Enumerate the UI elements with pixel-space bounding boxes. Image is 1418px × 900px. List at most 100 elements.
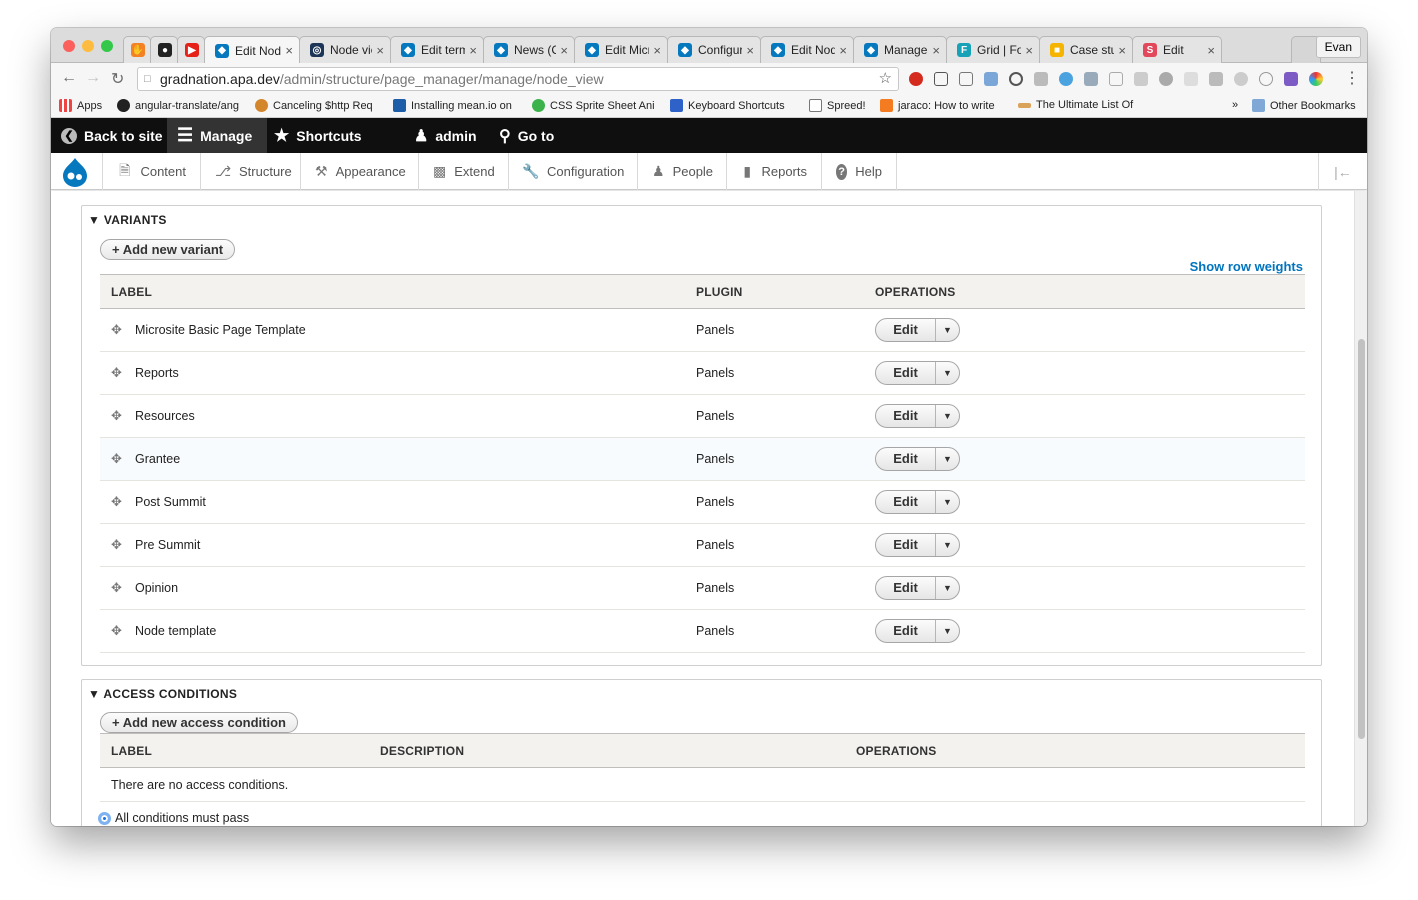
menu-content[interactable]: 🗎 Content <box>103 153 201 190</box>
drag-handle-icon[interactable]: ✥ <box>111 494 125 510</box>
back-to-site-link[interactable]: ❮ Back to site <box>51 118 173 153</box>
bookmark-star-icon[interactable]: ☆ <box>879 68 892 90</box>
extension-icon[interactable] <box>1134 72 1148 86</box>
menu-appearance[interactable]: ⚒ Appearance <box>301 153 419 190</box>
drupal-logo-home[interactable] <box>51 153 103 190</box>
drag-handle-icon[interactable]: ✥ <box>111 623 125 639</box>
settings-gear-icon[interactable] <box>1159 72 1173 86</box>
minimize-window-button[interactable] <box>82 40 94 52</box>
profile-button[interactable]: Evan <box>1315 36 1361 58</box>
browser-tab[interactable]: ◆ Manage × <box>853 36 947 63</box>
browser-tab[interactable]: ◎ Node vie × <box>299 36 391 63</box>
extension-icon[interactable] <box>1259 72 1273 86</box>
reload-icon[interactable]: ↻ <box>111 69 124 89</box>
dropdown-toggle-icon[interactable]: ▼ <box>936 319 959 341</box>
back-arrow-icon[interactable]: ← <box>61 69 77 87</box>
dropdown-toggle-icon[interactable]: ▼ <box>936 362 959 384</box>
edit-button[interactable]: Edit <box>876 362 936 384</box>
bookmark-item[interactable]: jaraco: How to write <box>880 99 995 112</box>
tab-close-icon[interactable]: × <box>469 43 477 58</box>
user-tab[interactable]: ♟ admin <box>404 118 487 153</box>
tab-close-icon[interactable]: × <box>1118 43 1126 58</box>
extension-icon[interactable] <box>1234 72 1248 86</box>
browser-tab-pinned[interactable]: ✋ <box>123 36 151 63</box>
browser-tab[interactable]: ◆ Edit Micr × <box>574 36 668 63</box>
angular-icon[interactable] <box>1209 72 1223 86</box>
drag-handle-icon[interactable]: ✥ <box>111 322 125 338</box>
dropdown-toggle-icon[interactable]: ▼ <box>936 491 959 513</box>
bookmark-item[interactable]: Canceling $http Req <box>255 99 373 112</box>
browser-tab-pinned[interactable]: ● <box>150 36 178 63</box>
adblock-icon[interactable] <box>909 72 923 86</box>
scrollbar-thumb[interactable] <box>1358 339 1365 739</box>
cast-icon[interactable] <box>959 72 973 86</box>
manage-tab[interactable]: ☰ Manage <box>167 118 267 153</box>
menu-kebab-icon[interactable]: ⋮ <box>1344 68 1360 88</box>
bookmark-item[interactable]: CSS Sprite Sheet Ani <box>532 99 655 112</box>
tab-close-icon[interactable]: × <box>653 43 661 58</box>
bookmark-item[interactable]: Keyboard Shortcuts <box>670 99 785 112</box>
browser-tab[interactable]: ■ Case stu × <box>1039 36 1133 63</box>
browser-tab[interactable]: ◆ Edit Nod × <box>204 36 300 64</box>
menu-structure[interactable]: ⎇ Structure <box>201 153 301 190</box>
dropdown-toggle-icon[interactable]: ▼ <box>936 577 959 599</box>
drag-handle-icon[interactable]: ✥ <box>111 408 125 424</box>
dropdown-toggle-icon[interactable]: ▼ <box>936 448 959 470</box>
add-new-access-condition-button[interactable]: + Add new access condition <box>100 712 298 733</box>
edit-button[interactable]: Edit <box>876 405 936 427</box>
menu-configuration[interactable]: 🔧 Configuration <box>509 153 638 190</box>
close-window-button[interactable] <box>63 40 75 52</box>
tab-close-icon[interactable]: × <box>376 43 384 58</box>
tab-close-icon[interactable]: × <box>1207 43 1215 58</box>
page-scrollbar[interactable] <box>1354 191 1367 826</box>
all-conditions-radio[interactable]: All conditions must pass <box>98 811 249 825</box>
bookmark-item[interactable]: Apps <box>59 99 102 112</box>
menu-extend[interactable]: ▩ Extend <box>419 153 509 190</box>
menu-people[interactable]: ♟ People <box>638 153 727 190</box>
drag-handle-icon[interactable]: ✥ <box>111 365 125 381</box>
variants-legend[interactable]: ▼ VARIANTS <box>88 213 167 227</box>
radio-selected-icon[interactable] <box>98 811 111 825</box>
menu-reports[interactable]: ▮ Reports <box>727 153 822 190</box>
tab-close-icon[interactable]: × <box>560 43 568 58</box>
bookmark-item[interactable]: angular-translate/ang <box>117 99 239 112</box>
dropdown-toggle-icon[interactable]: ▼ <box>936 405 959 427</box>
extension-icon[interactable] <box>1184 72 1198 86</box>
color-picker-icon[interactable] <box>1309 72 1323 86</box>
edit-button[interactable]: Edit <box>876 534 936 556</box>
show-row-weights-link[interactable]: Show row weights <box>1190 259 1303 274</box>
browser-tab[interactable]: F Grid | Fo × <box>946 36 1040 63</box>
maximize-window-button[interactable] <box>101 40 113 52</box>
access-conditions-legend[interactable]: ▼ ACCESS CONDITIONS <box>88 687 237 701</box>
orientation-toggle-icon[interactable]: |← <box>1318 153 1367 190</box>
bookmark-item[interactable]: Spreed! <box>809 99 866 112</box>
bookmark-item[interactable]: The Ultimate List Of <box>1018 99 1133 111</box>
password-manager-icon[interactable] <box>1009 72 1023 86</box>
browser-tab[interactable]: ◆ Edit term × <box>390 36 484 63</box>
address-bar[interactable]: □ gradnation.apa.dev/admin/structure/pag… <box>137 67 899 91</box>
edit-button[interactable]: Edit <box>876 491 936 513</box>
bookmark-item[interactable]: Other Bookmarks <box>1252 99 1356 112</box>
dropdown-toggle-icon[interactable]: ▼ <box>936 620 959 642</box>
tab-close-icon[interactable]: × <box>746 43 754 58</box>
extension-icon[interactable] <box>934 72 948 86</box>
tab-close-icon[interactable]: × <box>839 43 847 58</box>
drag-handle-icon[interactable]: ✥ <box>111 580 125 596</box>
browser-tab[interactable]: ◆ News (C × <box>483 36 575 63</box>
bookmarks-overflow-chevron[interactable]: » <box>1232 99 1238 111</box>
forward-arrow-icon[interactable]: → <box>85 69 101 87</box>
drag-handle-icon[interactable]: ✥ <box>111 451 125 467</box>
browser-tab[interactable]: ◆ Edit Nod × <box>760 36 854 63</box>
extension-icon[interactable] <box>984 72 998 86</box>
tab-close-icon[interactable]: × <box>285 43 293 58</box>
add-new-variant-button[interactable]: + Add new variant <box>100 239 236 260</box>
extension-icon[interactable] <box>1284 72 1298 86</box>
extension-icon[interactable] <box>1034 72 1048 86</box>
edit-button[interactable]: Edit <box>876 448 936 470</box>
browser-tab[interactable]: S Edit × <box>1132 36 1222 63</box>
devtools-icon[interactable] <box>1084 72 1098 86</box>
menu-help[interactable]: ? Help <box>822 153 897 190</box>
shortcuts-tab[interactable]: ★ Shortcuts <box>264 118 372 153</box>
drag-handle-icon[interactable]: ✥ <box>111 537 125 553</box>
extension-icon[interactable] <box>1109 72 1123 86</box>
